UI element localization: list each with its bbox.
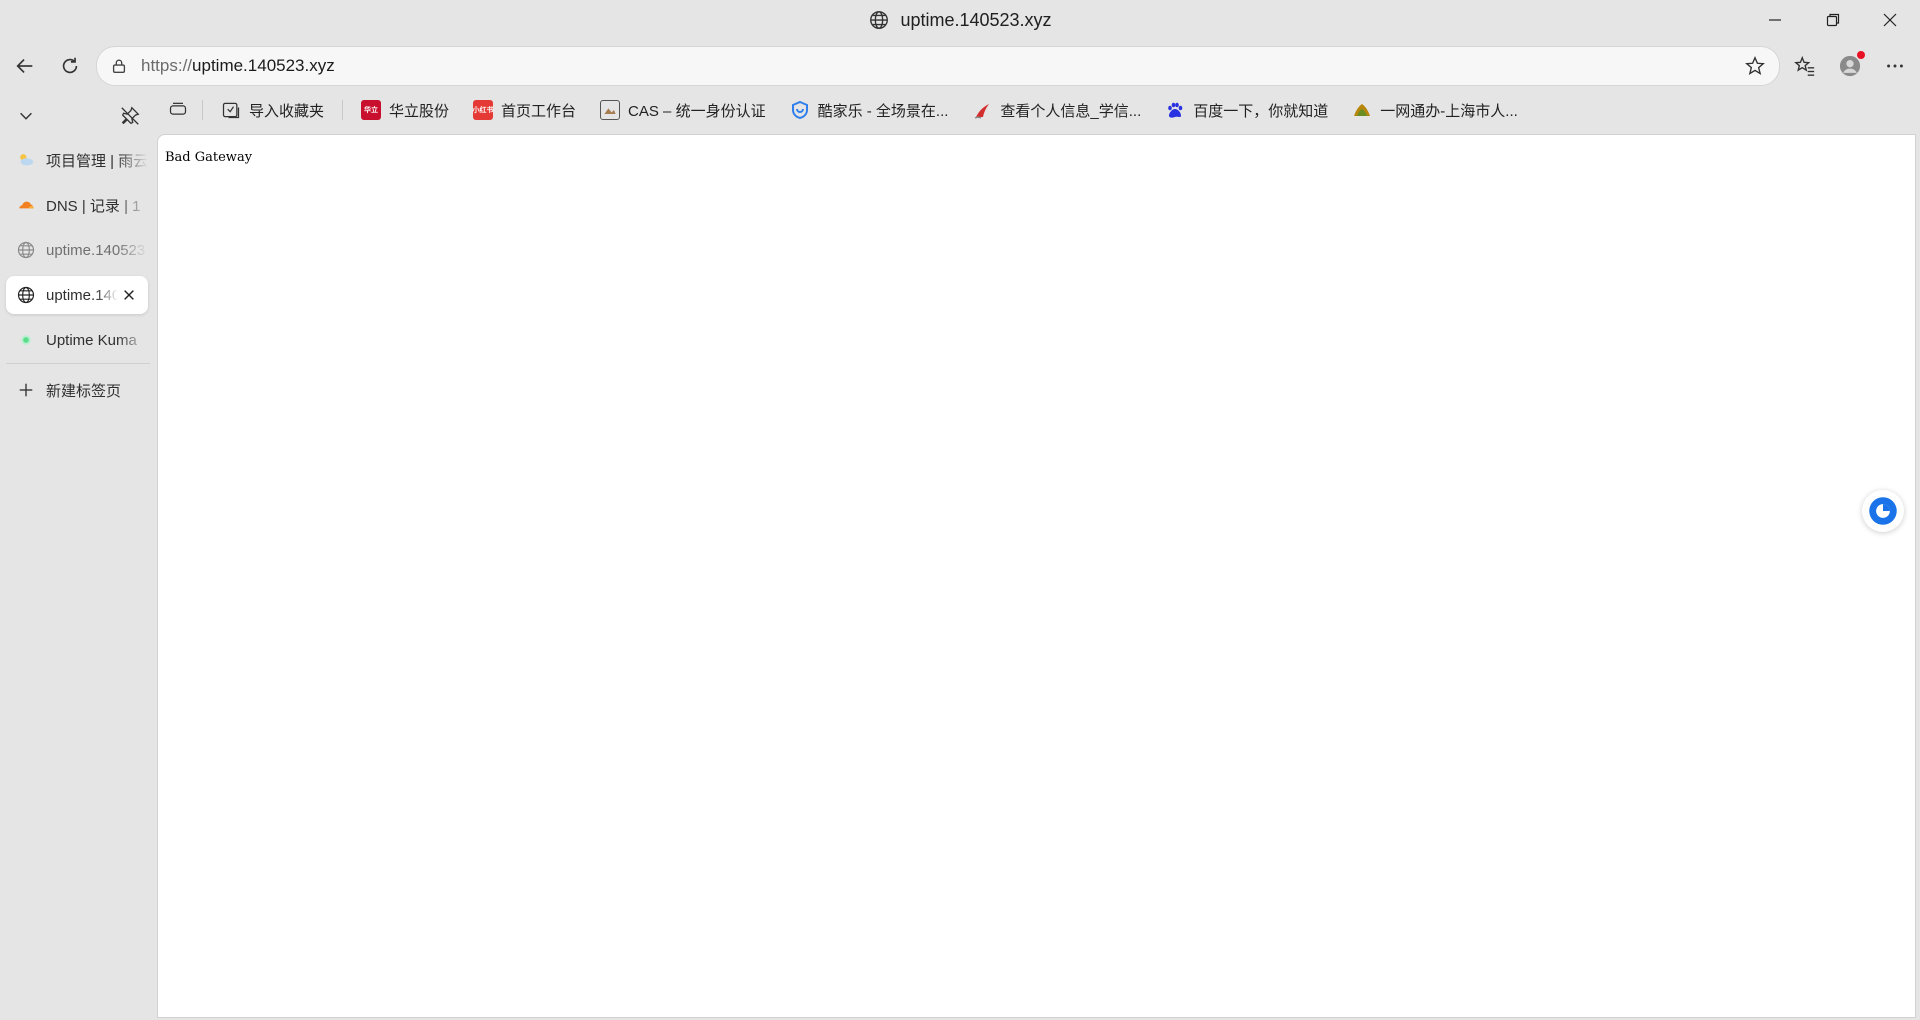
plus-icon [14, 378, 38, 402]
close-icon [124, 290, 134, 300]
favorite-star-button[interactable] [1743, 54, 1767, 78]
tab-uptime-1[interactable]: uptime.140523 [6, 231, 148, 269]
bookmark-chsi[interactable]: 查看个人信息_学信... [960, 95, 1153, 125]
address-bar[interactable]: https://uptime.140523.xyz [96, 46, 1780, 86]
bookmark-label: 首页工作台 [501, 102, 577, 120]
url-scheme: https:// [141, 56, 193, 75]
globe-icon [14, 238, 38, 262]
favorites-icon [1794, 55, 1815, 76]
restore-button[interactable] [1803, 0, 1863, 40]
uptime-kuma-favicon [14, 328, 38, 352]
web-content [157, 134, 1916, 1018]
title-bar: uptime.140523.xyz [0, 0, 1920, 40]
restore-icon [1826, 13, 1840, 27]
tab-label: DNS | 记录 | 1 [46, 197, 141, 215]
import-icon [221, 100, 241, 120]
bookmarks-divider [342, 100, 344, 120]
star-icon [1745, 56, 1765, 75]
bookmark-label: CAS – 统一身份认证 [628, 102, 766, 120]
tab-label: 项目管理 | 雨云 [46, 152, 148, 170]
tab-uptime-kuma[interactable]: Uptime Kuma [6, 321, 148, 359]
lock-icon[interactable] [109, 56, 129, 76]
tab-label: uptime.140523 [46, 241, 146, 259]
bookmark-label: 查看个人信息_学信... [1000, 102, 1142, 120]
sidebar-divider [6, 363, 150, 364]
tab-label: uptime.140523 [46, 286, 118, 304]
workspaces-button[interactable] [160, 95, 196, 125]
baidu-favicon [1165, 100, 1185, 120]
chsi-favicon [972, 100, 992, 120]
bookmark-label: 一网通办-上海市人... [1380, 102, 1518, 120]
minimize-button[interactable] [1745, 0, 1805, 40]
copilot-icon [1869, 497, 1897, 525]
bookmarks-bar: 导入收藏夹 华立 华立股份 小红书 首页工作台 CAS – 统一身份认证 酷家乐… [160, 95, 1530, 125]
kujiale-favicon [790, 100, 810, 120]
globe-icon [870, 11, 889, 29]
workbench-favicon: 小红书 [473, 100, 494, 120]
more-menu-button[interactable] [1877, 48, 1913, 84]
unpin-icon [121, 106, 140, 125]
bookmark-label: 导入收藏夹 [249, 102, 325, 120]
tab-uptime-active[interactable]: uptime.140523 [6, 276, 148, 314]
cas-favicon [600, 100, 621, 120]
window-title: uptime.140523.xyz [0, 0, 1920, 40]
url-text[interactable]: https://uptime.140523.xyz [141, 56, 1743, 76]
new-tab-button[interactable]: 新建标签页 [6, 371, 148, 409]
new-tab-label: 新建标签页 [46, 382, 122, 400]
cloudflare-favicon [14, 193, 38, 217]
bookmark-label: 华立股份 [389, 102, 450, 120]
tab-label: Uptime Kuma [46, 331, 137, 349]
back-arrow-icon [16, 58, 33, 74]
unpin-sidebar-button[interactable] [112, 100, 148, 132]
bookmark-kujiale[interactable]: 酷家乐 - 全场景在... [778, 95, 961, 125]
bookmark-workbench[interactable]: 小红书 首页工作台 [461, 95, 588, 125]
bookmark-cas[interactable]: CAS – 统一身份认证 [588, 95, 778, 125]
close-icon [1883, 13, 1897, 27]
avatar-icon [1839, 55, 1861, 77]
tab-rainyun[interactable]: 项目管理 | 雨云 [6, 141, 148, 179]
bookmark-import-favorites[interactable]: 导入收藏夹 [209, 95, 336, 125]
globe-icon [14, 283, 38, 307]
bookmarks-divider [202, 100, 203, 120]
bookmark-baidu[interactable]: 百度一下，你就知道 [1153, 95, 1340, 125]
notification-dot [1857, 51, 1865, 59]
bookmark-huali[interactable]: 华立 华立股份 [349, 95, 461, 125]
url-host: uptime.140523.xyz [192, 56, 335, 75]
more-icon [1887, 64, 1903, 68]
minimize-icon [1769, 19, 1781, 21]
rainyun-favicon [14, 148, 38, 172]
bookmark-shanghai[interactable]: 一网通办-上海市人... [1340, 95, 1530, 125]
back-button[interactable] [7, 48, 43, 84]
bookmark-label: 百度一下，你就知道 [1193, 102, 1329, 120]
window-title-text: uptime.140523.xyz [900, 9, 1052, 30]
refresh-button[interactable] [52, 48, 88, 84]
close-window-button[interactable] [1860, 0, 1920, 40]
refresh-icon [62, 57, 78, 74]
tab-cloudflare-dns[interactable]: DNS | 记录 | 1 [6, 186, 148, 224]
bookmark-label: 酷家乐 - 全场景在... [817, 102, 949, 120]
huali-favicon: 华立 [361, 100, 382, 120]
shanghai-favicon [1352, 100, 1372, 120]
favorites-button[interactable] [1787, 48, 1823, 84]
copilot-button[interactable] [1862, 490, 1904, 532]
page-body-text: Bad Gateway [165, 150, 253, 165]
profile-button[interactable] [1832, 48, 1868, 84]
chevron-down-icon [20, 112, 32, 120]
close-tab-button[interactable] [118, 284, 140, 306]
workspaces-icon [169, 102, 187, 115]
tab-actions-chevron[interactable] [8, 100, 44, 132]
